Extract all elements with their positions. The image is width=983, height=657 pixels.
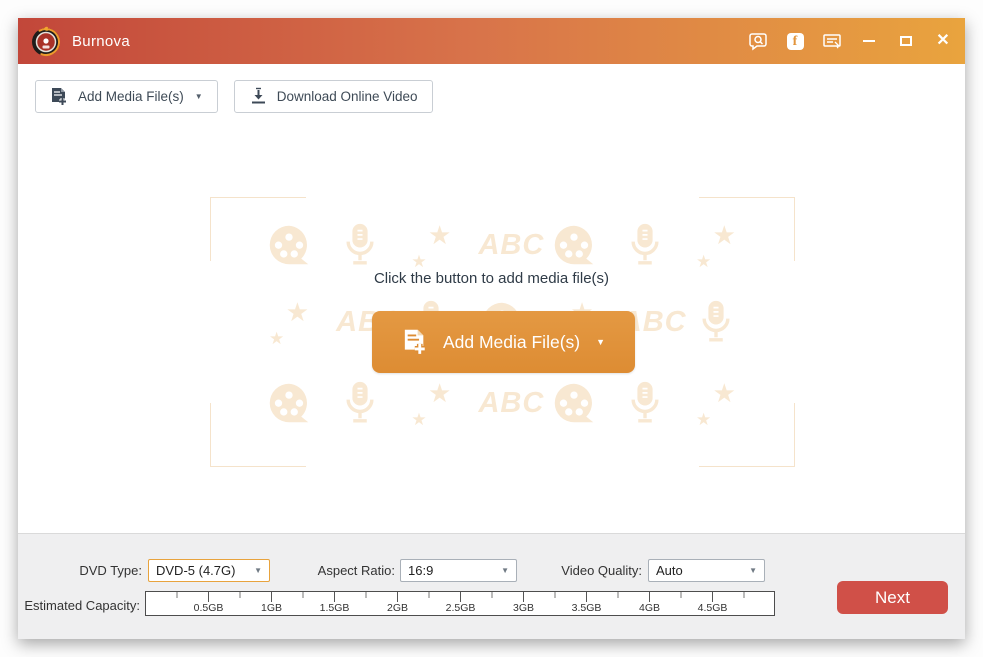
add-media-files-main-label: Add Media File(s): [442, 331, 581, 352]
capacity-tick: 4.5GB: [697, 602, 728, 614]
capacity-tick: 1.5GB: [319, 602, 350, 614]
empty-state-hint: Click the button to add media file(s): [373, 270, 610, 287]
estimated-capacity-label: Estimated Capacity:: [24, 598, 140, 613]
aspect-ratio-value: 16:9: [408, 563, 434, 578]
download-online-video-button[interactable]: Download Online Video: [233, 80, 433, 113]
facebook-icon[interactable]: f: [785, 31, 805, 51]
chevron-down-icon: ▼: [501, 566, 509, 575]
maximize-button[interactable]: [896, 31, 916, 51]
app-title: Burnova: [72, 32, 130, 50]
stars-icon: ★★: [695, 220, 736, 271]
abc-watermark: ABC: [478, 228, 545, 261]
watermark-row: ★ ★ ABC ★ ★: [265, 378, 740, 429]
burnova-logo-icon: [32, 26, 60, 56]
stars-icon: ★★: [411, 378, 452, 429]
chevron-down-icon: ▼: [596, 337, 606, 347]
stars-icon: ★★: [269, 297, 309, 348]
microphone-icon: [336, 223, 384, 267]
capacity-tick: 0.5GB: [193, 602, 224, 614]
add-media-files-main-button[interactable]: Add Media File(s) ▼: [372, 311, 635, 373]
close-button[interactable]: ✕: [933, 31, 953, 51]
chevron-down-icon: ▼: [749, 566, 757, 575]
toolbar: Add Media File(s) ▼ Download Online Vide…: [35, 80, 433, 113]
feedback-chat-search-icon[interactable]: [748, 31, 768, 51]
microphone-icon: [336, 381, 384, 425]
titlebar-actions: f ✕: [748, 31, 953, 51]
titlebar: Burnova f ✕: [18, 18, 965, 64]
microphone-icon: [692, 300, 740, 344]
minimize-button[interactable]: [859, 31, 879, 51]
dvd-type-select[interactable]: DVD-5 (4.7G) ▼: [148, 559, 270, 582]
chevron-down-icon: ▼: [254, 566, 262, 575]
capacity-tick: 2.5GB: [445, 602, 476, 614]
film-reel-icon: [550, 224, 598, 266]
dvd-type-label: DVD Type:: [79, 563, 142, 578]
dvd-type-value: DVD-5 (4.7G): [156, 563, 236, 578]
feedback-form-icon[interactable]: [822, 31, 842, 51]
capacity-ruler-labels: 0.5GB 1GB 1.5GB 2GB 2.5GB 3GB 3.5GB 4GB …: [177, 602, 774, 614]
film-reel-icon: [265, 224, 313, 266]
add-media-files-label: Add Media File(s): [78, 89, 184, 104]
capacity-tick: 4GB: [638, 602, 660, 614]
capacity-tick: 2GB: [386, 602, 408, 614]
chevron-down-icon: ▼: [194, 92, 203, 101]
app-window: Burnova f ✕ Add Media File(s) ▼ Download…: [18, 18, 965, 639]
capacity-tick: 3GB: [512, 602, 534, 614]
microphone-icon: [621, 381, 669, 425]
aspect-ratio-label: Aspect Ratio:: [317, 563, 395, 578]
add-media-files-toolbar-button[interactable]: Add Media File(s) ▼: [35, 80, 218, 113]
add-file-icon: [52, 87, 66, 105]
add-file-icon: [404, 329, 425, 354]
download-icon: [251, 87, 265, 104]
capacity-tick: 3.5GB: [571, 602, 602, 614]
aspect-ratio-select[interactable]: 16:9 ▼: [400, 559, 517, 582]
download-online-video-label: Download Online Video: [276, 89, 418, 104]
capacity-tick: 1GB: [260, 602, 282, 614]
microphone-icon: [621, 223, 669, 267]
stars-icon: ★★: [695, 378, 736, 429]
watermark-row: ★ ★ ABC ★ ★: [265, 220, 740, 271]
footer-panel: DVD Type: DVD-5 (4.7G) ▼ Aspect Ratio: 1…: [18, 533, 965, 639]
next-button-label: Next: [875, 587, 910, 607]
video-quality-value: Auto: [656, 563, 683, 578]
next-button[interactable]: Next: [837, 581, 948, 614]
abc-watermark: ABC: [478, 386, 545, 419]
film-reel-icon: [550, 382, 598, 424]
film-reel-icon: [265, 382, 313, 424]
capacity-ruler: 0.5GB 1GB 1.5GB 2GB 2.5GB 3GB 3.5GB 4GB …: [145, 591, 775, 616]
video-quality-select[interactable]: Auto ▼: [648, 559, 765, 582]
stars-icon: ★★: [411, 220, 452, 271]
video-quality-label: Video Quality:: [561, 563, 642, 578]
